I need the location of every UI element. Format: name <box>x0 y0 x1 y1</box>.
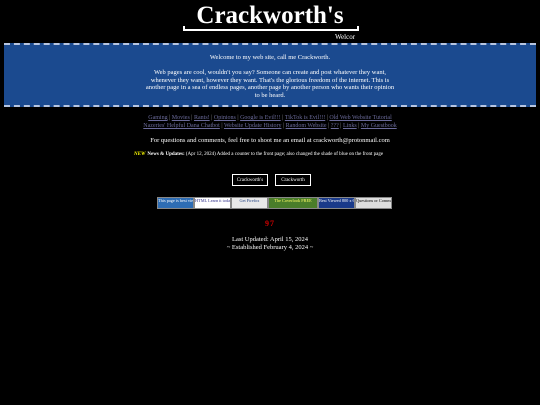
resolution-badge[interactable]: Best Viewed 800 x 600 <box>318 197 355 209</box>
footer: Last Updated: April 15, 2024 ~ Establish… <box>0 236 540 252</box>
crackworth-button[interactable]: Crackworth <box>275 174 311 186</box>
news-text: (Apr 12, 2024) Added a counter to the fr… <box>185 152 384 157</box>
nav-link-random-website[interactable]: Random Website <box>286 123 327 129</box>
nav-link-mystery[interactable]: ??? <box>331 123 339 129</box>
nav-link-dana-chatbot[interactable]: Nazeries' Helpful Dana Chatbot <box>143 123 220 129</box>
blurb-line: whenever they want, however they want. T… <box>150 76 390 84</box>
nav-link-movies[interactable]: Movies <box>172 115 190 121</box>
nav-row-2: Nazeries' Helpful Dana Chatbot | Website… <box>143 123 397 129</box>
nav-link-guestbook[interactable]: My Guestbook <box>361 123 397 129</box>
welcome-marquee: Welcor <box>335 33 356 41</box>
intro-blurb: Web pages are cool, wouldn't you say? So… <box>4 69 536 100</box>
blurb-line: to be heard. <box>254 92 286 100</box>
html-badge[interactable]: HTML Learn it today! <box>194 197 231 209</box>
nav-link-old-web-tutorial[interactable]: Old Web Website Tutorial <box>329 115 391 121</box>
established-date: ~ Established February 4, 2024 ~ <box>226 244 314 251</box>
site-buttons: Crackworth's Crackworth <box>232 174 314 192</box>
news-label: News & Updates: <box>147 152 185 157</box>
nav-link-update-history[interactable]: Website Update History <box>224 123 282 129</box>
blurb-line: Web pages are cool, wouldn't you say? So… <box>153 68 387 76</box>
visitor-counter: 97 <box>265 219 275 228</box>
best-viewed-badge[interactable]: This page is best viewed with <box>157 197 194 209</box>
welcome-text: Welcome to my web site, call me Crackwor… <box>209 54 331 61</box>
get-firefox-badge[interactable]: Get Firefox <box>231 197 268 209</box>
nav-link-tiktok-evil[interactable]: TikTok is Evil!!! <box>285 115 325 121</box>
coverlook-badge[interactable]: The Coverlook FREE <box>268 197 318 209</box>
badge-strip: This page is best viewed withHTML Learn … <box>157 197 392 209</box>
questions-badge[interactable]: Questions or Comments?! <box>355 197 392 209</box>
contact-text: For questions and comments, feel free to… <box>150 137 390 144</box>
nav-link-google-evil[interactable]: Google is Evil!!! <box>240 115 281 121</box>
new-icon: NEW <box>134 152 146 157</box>
nav-link-gaming[interactable]: Gaming <box>148 115 167 121</box>
site-navigation: Gaming | Movies | Rants! | Opinions | Go… <box>0 114 540 130</box>
title-underline <box>183 26 359 31</box>
blurb-line: another page in a sea of endless pages, … <box>145 84 395 92</box>
news-line: NEW News & Updates: (Apr 12, 2024) Added … <box>134 152 383 157</box>
last-updated: Last Updated: April 15, 2024 <box>231 236 308 243</box>
crackworths-button[interactable]: Crackworth's <box>232 174 268 186</box>
nav-link-opinions[interactable]: Opinions <box>214 115 236 121</box>
nav-row-1: Gaming | Movies | Rants! | Opinions | Go… <box>148 115 392 121</box>
nav-link-rants[interactable]: Rants! <box>194 115 210 121</box>
nav-link-links[interactable]: Links <box>343 123 357 129</box>
intro-banner: Welcome to my web site, call me Crackwor… <box>4 43 536 107</box>
